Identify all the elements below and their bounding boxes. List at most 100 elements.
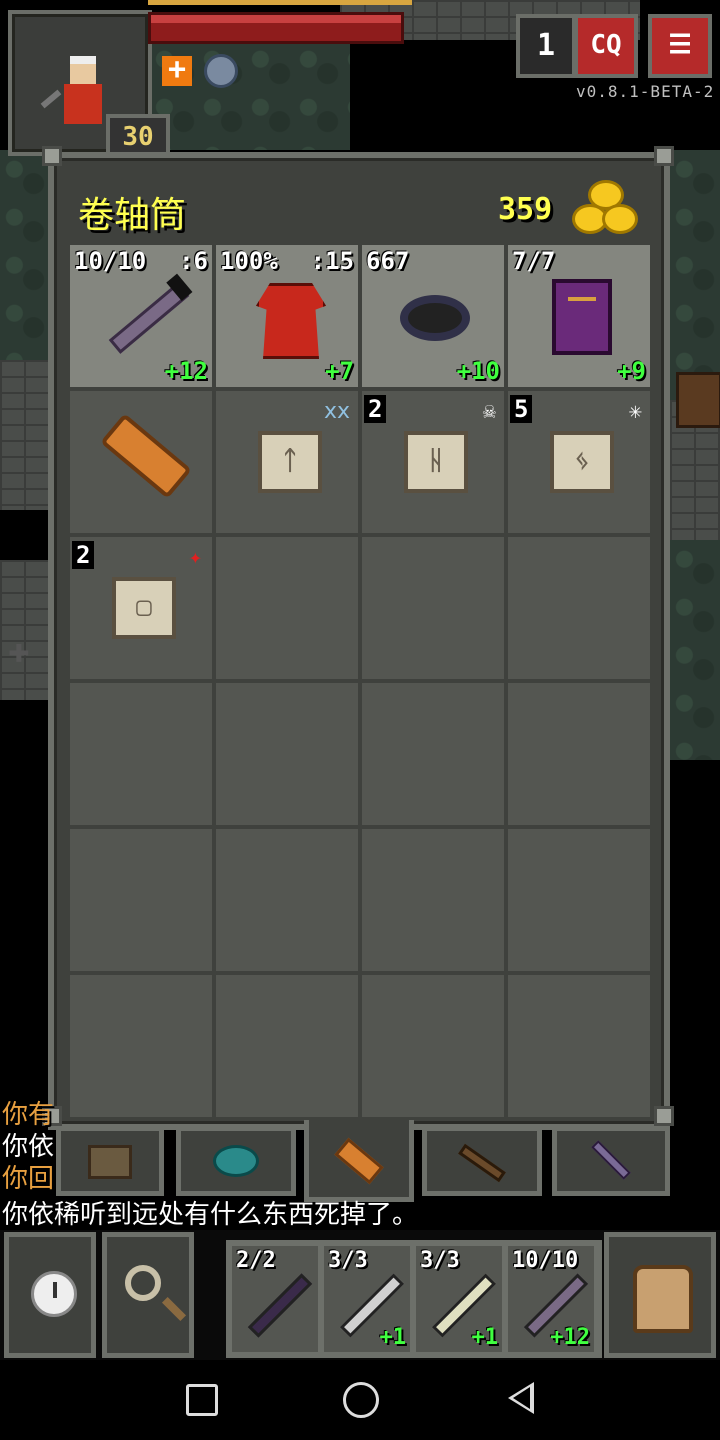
slot-weapon[interactable]: 10/10 :6 +12 (70, 245, 212, 387)
slot-value: 667 (366, 247, 410, 275)
health-bar (148, 12, 404, 44)
slot-charges: 7/7 (512, 247, 556, 275)
depth-indicator[interactable]: 1 (516, 14, 576, 78)
empty-slot[interactable] (362, 975, 504, 1117)
tab-scroll-holder[interactable] (304, 1120, 414, 1202)
quiver-icon (458, 1143, 506, 1183)
item-quantity: 2 (72, 541, 95, 569)
backpack-icon (633, 1265, 693, 1333)
skull-badge-icon: ☠ (482, 399, 496, 424)
backpack-icon (88, 1145, 132, 1179)
empty-slot[interactable] (508, 683, 650, 825)
floor-tile (0, 150, 48, 360)
pouch-icon (213, 1145, 259, 1177)
empty-slot[interactable] (216, 537, 358, 679)
scroll-icon: ᛃ (550, 431, 614, 493)
slot-charges: 10/10 (74, 247, 147, 275)
door-icon[interactable] (676, 372, 720, 428)
empty-slot[interactable] (362, 829, 504, 971)
slot-strength: :15 (310, 247, 354, 275)
buff-shield-icon[interactable] (204, 54, 238, 88)
window-corner (654, 1106, 674, 1126)
tab-pouch[interactable] (176, 1126, 296, 1196)
wand-icon (247, 1273, 313, 1338)
wand-holster-icon (591, 1140, 631, 1180)
slot-upgrade: +9 (617, 357, 646, 385)
empty-slot[interactable] (362, 537, 504, 679)
slot-scroll[interactable]: 5 ᛃ ✳ (508, 391, 650, 533)
empty-slot[interactable] (216, 829, 358, 971)
log-line: 你依稀听到远处有什么东西死掉了。 (2, 1194, 418, 1231)
log-line: 你回 (2, 1158, 54, 1195)
quickslot[interactable]: 10/10 +12 (508, 1246, 594, 1352)
slot-ring[interactable]: 667 +10 (362, 245, 504, 387)
empty-slot[interactable] (216, 975, 358, 1117)
slot-scroll[interactable]: 2 ᚺ ☠ (362, 391, 504, 533)
search-icon (125, 1265, 161, 1301)
empty-slot[interactable] (508, 975, 650, 1117)
wall-tile (0, 360, 48, 510)
quickslot-bar: 2/2 3/3 +1 3/3 +1 10/10 +12 (226, 1240, 602, 1358)
quickslot-charges: 2/2 (236, 1248, 276, 1273)
identified-badge-icon: ⅹⅹ (323, 399, 350, 424)
book-icon (552, 279, 612, 355)
search-button[interactable] (102, 1232, 194, 1358)
system-navbar (0, 1360, 720, 1440)
scroll-icon: ᛏ (258, 431, 322, 493)
tab-backpack[interactable] (56, 1126, 164, 1196)
scroll-holder-icon (100, 413, 192, 499)
gold-icon (570, 180, 638, 238)
empty-slot[interactable] (508, 537, 650, 679)
slot-scroll[interactable]: ᛏ ⅹⅹ (216, 391, 358, 533)
slot-armor[interactable]: 100% :15 +7 (216, 245, 358, 387)
empty-slot[interactable] (70, 975, 212, 1117)
empty-slot[interactable] (70, 829, 212, 971)
hero-avatar (40, 56, 108, 128)
log-text: 你回 (2, 1164, 55, 1194)
quickslot-upgrade: +12 (550, 1325, 590, 1350)
floor-tile (670, 540, 720, 760)
menu-button[interactable]: ☰ (648, 14, 712, 78)
slot-artifact[interactable]: 7/7 +9 (508, 245, 650, 387)
clock-icon (31, 1271, 77, 1317)
quickslot[interactable]: 3/3 +1 (416, 1246, 502, 1352)
home-icon[interactable] (343, 1382, 379, 1418)
wand-icon (108, 282, 190, 354)
quickslot-charges: 3/3 (328, 1248, 368, 1273)
quickslot-charges: 10/10 (512, 1248, 579, 1273)
back-icon[interactable] (508, 1382, 534, 1414)
window-corner (654, 146, 674, 166)
ring-icon (400, 295, 470, 341)
scroll-holder-icon (334, 1137, 384, 1185)
journal-button[interactable]: CQ (574, 14, 638, 78)
fire-badge-icon: ✦ (188, 545, 202, 570)
log-text: 你依稀听到远处有什么东西死掉了。 (2, 1200, 419, 1230)
bag-title: 卷轴筒 (78, 195, 187, 236)
recents-icon[interactable] (186, 1384, 218, 1416)
slot-upgrade: +10 (456, 357, 500, 385)
quickslot[interactable]: 2/2 (232, 1246, 318, 1352)
empty-slot[interactable] (362, 683, 504, 825)
empty-slot[interactable] (508, 829, 650, 971)
slot-scroll[interactable]: 2 ▢ ✦ (70, 537, 212, 679)
slot-scroll-holder[interactable] (70, 391, 212, 533)
buff-healing-icon[interactable]: + (162, 55, 192, 86)
floor-tile (670, 150, 720, 400)
item-quantity: 2 (364, 395, 387, 423)
empty-slot[interactable] (216, 683, 358, 825)
experience-bar (148, 0, 412, 5)
robe-icon (256, 283, 326, 359)
quickslot[interactable]: 3/3 +1 (324, 1246, 410, 1352)
quickslot-charges: 3/3 (420, 1248, 460, 1273)
empty-slot[interactable] (70, 683, 212, 825)
tab-wand-holster[interactable] (552, 1126, 670, 1196)
wait-button[interactable] (4, 1232, 96, 1358)
tab-quiver[interactable] (422, 1126, 542, 1196)
scroll-icon: ▢ (112, 577, 176, 639)
slot-upgrade: +12 (164, 357, 208, 385)
crosshair-icon: ✚ (8, 630, 30, 671)
gold-count: 359 (498, 192, 553, 227)
inventory-button[interactable] (604, 1232, 716, 1358)
quickslot-upgrade: +1 (379, 1325, 407, 1350)
item-quantity: 5 (510, 395, 533, 423)
